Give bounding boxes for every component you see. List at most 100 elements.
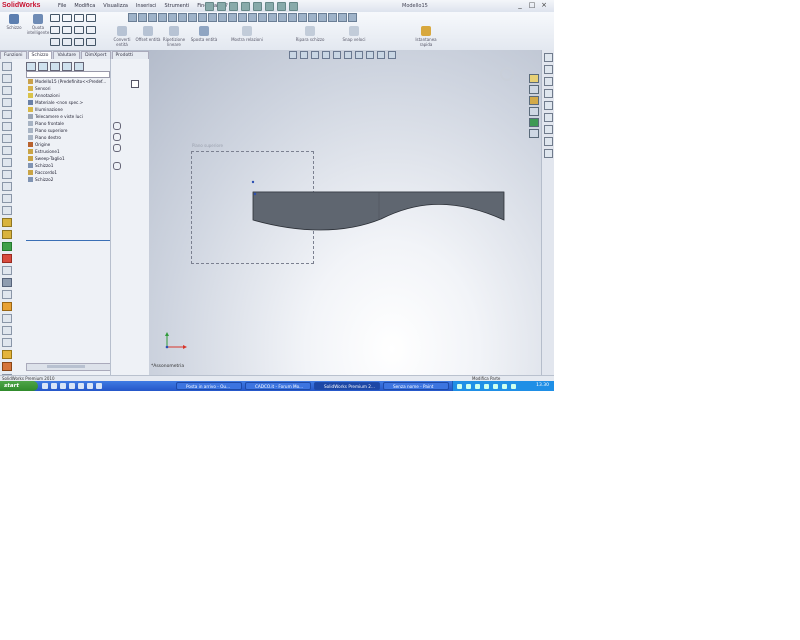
property-manager-icon[interactable] (38, 62, 48, 71)
view-orientation-icon[interactable] (168, 13, 177, 22)
wrap-tool-icon[interactable] (2, 338, 12, 347)
undo-icon[interactable] (253, 2, 262, 11)
open-icon[interactable] (217, 2, 226, 11)
task-pane-settings-icon[interactable] (544, 149, 553, 158)
line-tool-icon[interactable] (2, 74, 12, 83)
layer-icon[interactable] (348, 13, 357, 22)
menu-edit[interactable]: Modifica (74, 0, 95, 12)
sketch-point[interactable] (253, 192, 257, 196)
print-icon[interactable] (241, 2, 250, 11)
relations-icon[interactable] (298, 13, 307, 22)
browser-icon[interactable] (42, 383, 48, 389)
select-icon[interactable] (265, 2, 274, 11)
rebuild-icon[interactable] (277, 2, 286, 11)
scrollbar-thumb[interactable] (47, 365, 85, 368)
sync-icon[interactable] (502, 384, 507, 389)
grid-icon[interactable] (328, 13, 337, 22)
strip-checkbox[interactable] (131, 80, 139, 88)
repair-sketch-button[interactable]: Ripara schizzo (290, 24, 330, 42)
dimxpert-manager-icon[interactable] (62, 62, 72, 71)
section-view-icon[interactable] (158, 13, 167, 22)
suppress-icon[interactable] (113, 144, 121, 152)
task-pane-search-icon[interactable] (544, 89, 553, 98)
security-icon[interactable] (484, 384, 489, 389)
volume-icon[interactable] (475, 384, 480, 389)
display-manager-icon[interactable] (74, 62, 84, 71)
previous-view-icon[interactable] (148, 13, 157, 22)
app-icon[interactable] (96, 383, 102, 389)
line-icon[interactable] (50, 14, 60, 22)
new-icon[interactable] (205, 2, 214, 11)
resources-icon[interactable] (529, 74, 539, 83)
sketch-tool-icon[interactable] (2, 62, 12, 71)
custom-properties-icon[interactable] (529, 129, 539, 138)
point-tool-icon[interactable] (2, 134, 12, 143)
hole-tool-icon[interactable] (2, 326, 12, 335)
zoom-area-icon[interactable] (138, 13, 147, 22)
configuration-manager-icon[interactable] (50, 62, 60, 71)
tree-item-sweep-cut[interactable]: Sweep-Taglio1 (28, 155, 110, 162)
plane-icon[interactable] (86, 38, 96, 46)
sketch-point[interactable] (251, 180, 255, 184)
scale-icon[interactable] (288, 13, 297, 22)
smart-dimension-button[interactable]: Quota intelligente (24, 12, 52, 35)
tree-horizontal-scrollbar[interactable] (26, 363, 112, 371)
fillet-tool-icon[interactable] (2, 266, 12, 275)
tree-filter-input[interactable] (26, 71, 110, 78)
tab-sketch[interactable]: Schizzo (27, 51, 53, 59)
trim-icon[interactable] (238, 13, 247, 22)
draft-tool-icon[interactable] (2, 314, 12, 323)
graphics-area[interactable]: Piano superiore *Assonometria (149, 50, 541, 375)
arc-tool-icon[interactable] (2, 110, 12, 119)
update-icon[interactable] (493, 384, 498, 389)
hide-icon[interactable] (113, 162, 121, 170)
part-body[interactable] (252, 191, 505, 231)
tree-item-annotations[interactable]: Annotazioni (28, 92, 110, 99)
design-library-icon[interactable] (529, 85, 539, 94)
scene-icon[interactable] (208, 13, 217, 22)
tree-item-sketch1[interactable]: Schizzo1 (28, 162, 110, 169)
rectangle-icon[interactable] (50, 26, 60, 34)
repair-icon[interactable] (308, 13, 317, 22)
tree-item-right-plane[interactable]: Piano destro (28, 134, 110, 141)
task-pane-home-icon[interactable] (544, 53, 553, 62)
spline-icon[interactable] (62, 26, 72, 34)
revolve-tool-icon[interactable] (2, 242, 12, 251)
mail-icon[interactable] (51, 383, 57, 389)
tab-office-products[interactable]: Prodotti Office (111, 51, 149, 66)
dome-tool-icon[interactable] (2, 350, 12, 359)
task-pane-properties-icon[interactable] (544, 125, 553, 134)
rotate-icon[interactable] (218, 13, 227, 22)
mirror-tool-icon[interactable] (2, 194, 12, 203)
quick-snaps-button[interactable]: Snap veloci (340, 24, 368, 42)
mirror-icon[interactable] (248, 13, 257, 22)
taskbar-item-outlook[interactable]: Posta in arrivo - Ou... (176, 382, 242, 390)
task-pane-appearance-icon[interactable] (544, 113, 553, 122)
move-entities-button[interactable]: Sposta entità (190, 24, 218, 42)
cut-tool-icon[interactable] (2, 254, 12, 263)
shell-tool-icon[interactable] (2, 290, 12, 299)
arc-icon[interactable] (74, 14, 84, 22)
offset-entities-button[interactable]: Offset entità (134, 24, 162, 42)
messenger-icon[interactable] (78, 383, 84, 389)
options-icon[interactable] (289, 2, 298, 11)
convert-entities-button[interactable]: Converti entità (108, 24, 136, 47)
clock[interactable]: 13.30 (536, 381, 549, 391)
maximize-button[interactable]: □ (526, 1, 538, 10)
save-icon[interactable] (229, 2, 238, 11)
task-pane-forum-icon[interactable] (544, 137, 553, 146)
linear-pattern-button[interactable]: Ripetizione lineare (160, 24, 188, 47)
task-pane-library-icon[interactable] (544, 65, 553, 74)
minimize-button[interactable]: _ (514, 1, 526, 10)
tree-item-front-plane[interactable]: Piano frontale (28, 120, 110, 127)
tab-evaluate[interactable]: Valutare (53, 51, 81, 59)
chamfer-tool-icon[interactable] (2, 278, 12, 287)
tree-item-part[interactable]: Modello15 (Predefinito<<Predef... (28, 78, 110, 85)
view-palette-icon[interactable] (529, 107, 539, 116)
antivirus-icon[interactable] (511, 384, 516, 389)
zoom-fit-icon[interactable] (128, 13, 137, 22)
language-icon[interactable] (457, 384, 462, 389)
tab-dimxpert[interactable]: DimXpert (81, 51, 111, 59)
start-button[interactable]: start (0, 381, 38, 391)
desktop-icon[interactable] (60, 383, 66, 389)
